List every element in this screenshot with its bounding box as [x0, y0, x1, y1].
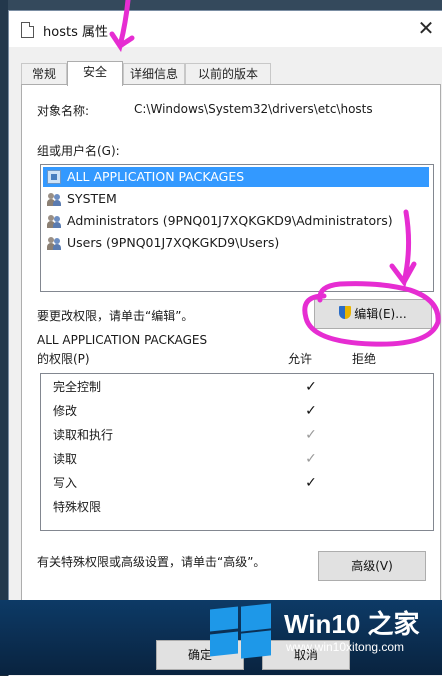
tab-security[interactable]: 安全 — [67, 61, 123, 86]
list-item-label: Administrators (9PNQ01J7XQKGKD9\Administ… — [67, 213, 393, 228]
allow-check-write: ✓ — [305, 475, 317, 491]
list-item-administrators[interactable]: Administrators (9PNQ01J7XQKGKD9\Administ… — [43, 211, 429, 231]
object-name-label: 对象名称: — [37, 104, 90, 118]
group-user-list[interactable]: ALL APPLICATION PACKAGES SYSTEM Administ… — [40, 164, 434, 292]
group-user-label: 组或用户名(G): — [37, 144, 120, 158]
list-item-label: SYSTEM — [67, 191, 117, 206]
package-icon — [47, 170, 61, 184]
permissions-list[interactable]: 完全控制 ✓ 修改 ✓ 读取和执行 ✓ 读取 ✓ 写入 ✓ 特殊权限 — [40, 373, 434, 531]
watermark-brand: Win10 之家 — [284, 609, 420, 639]
watermark-url: www.win10xitong.com — [286, 640, 405, 654]
tab-details[interactable]: 详细信息 — [123, 63, 185, 84]
advanced-button[interactable]: 高级(V) — [318, 551, 426, 581]
edit-button-label: 编辑(E)... — [354, 307, 407, 321]
allow-check-read: ✓ — [305, 451, 317, 467]
deny-column-header: 拒绝 — [352, 352, 377, 366]
allow-check-read-execute: ✓ — [305, 427, 317, 443]
users-icon — [47, 237, 61, 250]
edit-button[interactable]: 编辑(E)... — [314, 299, 432, 329]
windows-logo-icon — [210, 603, 272, 659]
allow-check-full-control: ✓ — [305, 379, 317, 395]
permission-read: 读取 — [53, 452, 78, 466]
security-panel: 对象名称: C:\Windows\System32\drivers\etc\ho… — [21, 84, 441, 606]
tab-previous-versions[interactable]: 以前的版本 — [185, 63, 271, 84]
desktop-background — [0, 0, 442, 10]
list-item-system[interactable]: SYSTEM — [43, 189, 429, 209]
permission-full-control: 完全控制 — [53, 380, 102, 394]
list-item-label: Users (9PNQ01J7XQKGKD9\Users) — [67, 235, 280, 250]
permission-special: 特殊权限 — [53, 500, 102, 514]
object-name-value: C:\Windows\System32\drivers\etc\hosts — [134, 102, 373, 116]
advanced-hint: 有关特殊权限或高级设置，请单击“高级”。 — [37, 555, 266, 569]
close-icon[interactable]: ✕ — [415, 17, 437, 39]
win10-watermark-logo: Win10 之家 www.win10xitong.com — [210, 600, 442, 660]
allow-check-modify: ✓ — [305, 403, 317, 419]
list-item-label: ALL APPLICATION PACKAGES — [67, 169, 245, 184]
window-title: hosts 属性 — [43, 25, 108, 40]
permission-modify: 修改 — [53, 404, 78, 418]
properties-dialog: hosts 属性 ✕ 常规 安全 详细信息 以前的版本 对象名称: C:\Win… — [8, 10, 442, 676]
permission-write: 写入 — [53, 476, 78, 490]
permissions-label: 的权限(P) — [37, 352, 90, 366]
users-icon — [47, 215, 61, 228]
users-icon — [47, 193, 61, 206]
shield-icon — [339, 306, 352, 320]
permission-read-execute: 读取和执行 — [53, 428, 114, 442]
desktop-background-left — [0, 0, 8, 675]
title-bar[interactable]: hosts 属性 ✕ — [9, 11, 442, 47]
change-permission-hint: 要更改权限，请单击“编辑”。 — [37, 309, 194, 323]
tab-general[interactable]: 常规 — [21, 63, 67, 84]
list-item-users[interactable]: Users (9PNQ01J7XQKGKD9\Users) — [43, 233, 429, 253]
file-icon — [21, 22, 34, 38]
allow-column-header: 允许 — [288, 352, 313, 366]
list-item-all-application-packages[interactable]: ALL APPLICATION PACKAGES — [43, 167, 429, 187]
permissions-for-label: ALL APPLICATION PACKAGES — [37, 333, 208, 347]
